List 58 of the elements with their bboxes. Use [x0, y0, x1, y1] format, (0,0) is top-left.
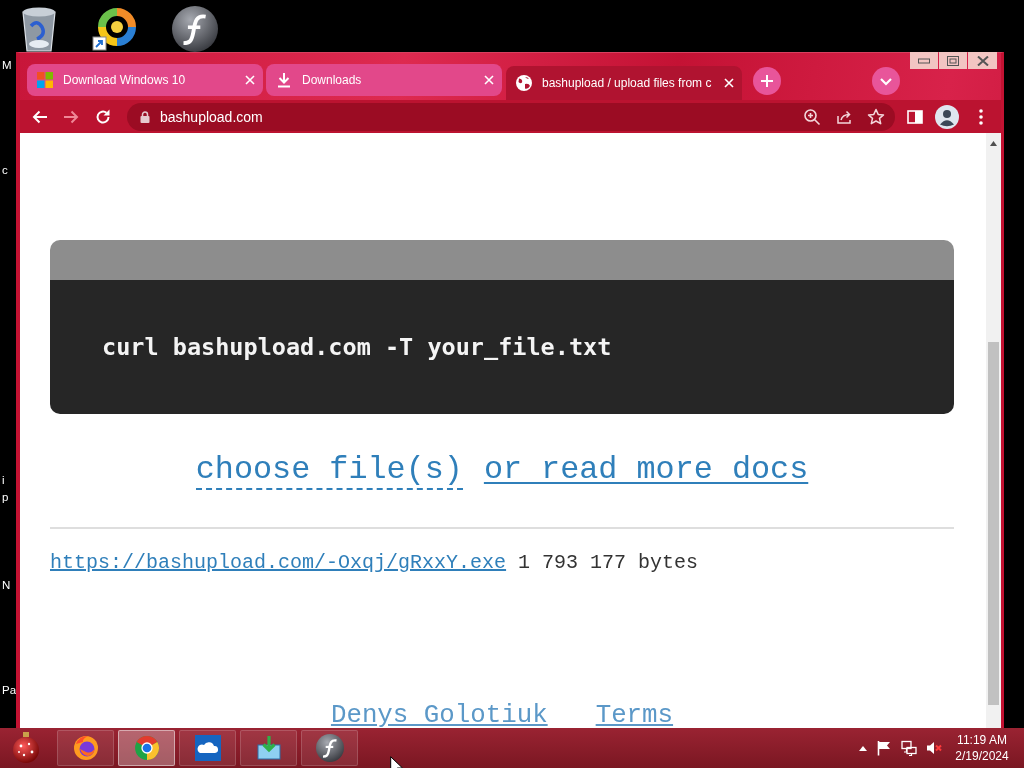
- speaker-icon[interactable]: [926, 740, 942, 756]
- avatar-icon[interactable]: [935, 104, 959, 129]
- zoom-in-icon[interactable]: [803, 107, 821, 126]
- desktop-icon-label: p: [2, 490, 9, 504]
- menu-icon[interactable]: [979, 108, 983, 125]
- clock-time[interactable]: 11:19 AM: [957, 732, 1007, 748]
- maximize-button[interactable]: [939, 52, 967, 69]
- maximize-icon: [947, 55, 959, 66]
- desktop-icon-label: M: [2, 58, 12, 72]
- trash-bin-icon[interactable]: [20, 6, 58, 52]
- desktop-icon-label: N: [2, 578, 11, 592]
- browser-tab[interactable]: bashupload / upload files from c: [506, 66, 742, 100]
- desktop-icon-label: i: [2, 473, 5, 487]
- taskbar-button[interactable]: [179, 730, 236, 766]
- close-window-button[interactable]: [968, 52, 997, 69]
- close-icon[interactable]: [484, 75, 494, 85]
- scroll-up-icon[interactable]: [990, 141, 997, 146]
- scrollbar-track[interactable]: [986, 133, 1001, 728]
- command-text: curl bashupload.com -T your_file.txt: [102, 333, 612, 361]
- flag-icon[interactable]: [876, 740, 892, 756]
- lock-icon: [140, 110, 150, 123]
- footer-link[interactable]: Denys Golotiuk: [330, 704, 548, 728]
- mouse-pointer-icon: [390, 756, 403, 768]
- file-size-text: 1 793 177 bytes: [518, 551, 699, 575]
- taskbar-button[interactable]: [301, 730, 358, 766]
- scrollbar-thumb[interactable]: [988, 342, 999, 705]
- download-icon: [276, 72, 292, 88]
- close-icon: [976, 55, 989, 66]
- address-bar[interactable]: bashupload.com: [127, 102, 895, 131]
- taskbar-button[interactable]: [57, 730, 114, 766]
- close-icon[interactable]: [245, 75, 255, 85]
- segmented-circle-icon: [133, 735, 160, 761]
- f-swoosh-ball-icon[interactable]: [172, 6, 218, 52]
- docs-link[interactable]: or read more docs: [483, 452, 809, 488]
- four-squares-icon: [37, 72, 53, 88]
- globe-icon: [516, 75, 532, 91]
- chevron-down-icon[interactable]: [872, 67, 900, 95]
- desktop-icon-label: c: [2, 163, 8, 177]
- network-icon[interactable]: [901, 740, 917, 756]
- f-swoosh-ball-icon: [315, 734, 344, 762]
- tray-arrow-icon: [255, 735, 282, 761]
- desktop-icon-label: Pa: [2, 683, 17, 697]
- flame-globe-icon: [72, 735, 99, 761]
- choose-files-link[interactable]: choose file(s): [195, 452, 463, 490]
- browser-tab[interactable]: Download Windows 10: [27, 64, 263, 96]
- file-url-link[interactable]: https://bashupload.com/-Oxqj/gRxxY.exe: [50, 551, 507, 575]
- clock-date[interactable]: 2/19/2024: [955, 748, 1009, 764]
- side-panel-icon[interactable]: [906, 107, 924, 126]
- ornament-ball-icon[interactable]: [10, 732, 42, 764]
- taskbar-button[interactable]: [240, 730, 297, 766]
- cloud-icon: [194, 735, 221, 761]
- star-icon[interactable]: [867, 107, 885, 126]
- footer-link[interactable]: Terms: [595, 704, 674, 728]
- plus-icon[interactable]: [753, 67, 781, 95]
- browser-tab[interactable]: Downloads: [266, 64, 502, 96]
- minimize-icon: [918, 57, 930, 64]
- caret-up-icon[interactable]: [859, 745, 867, 751]
- close-icon[interactable]: [724, 78, 734, 88]
